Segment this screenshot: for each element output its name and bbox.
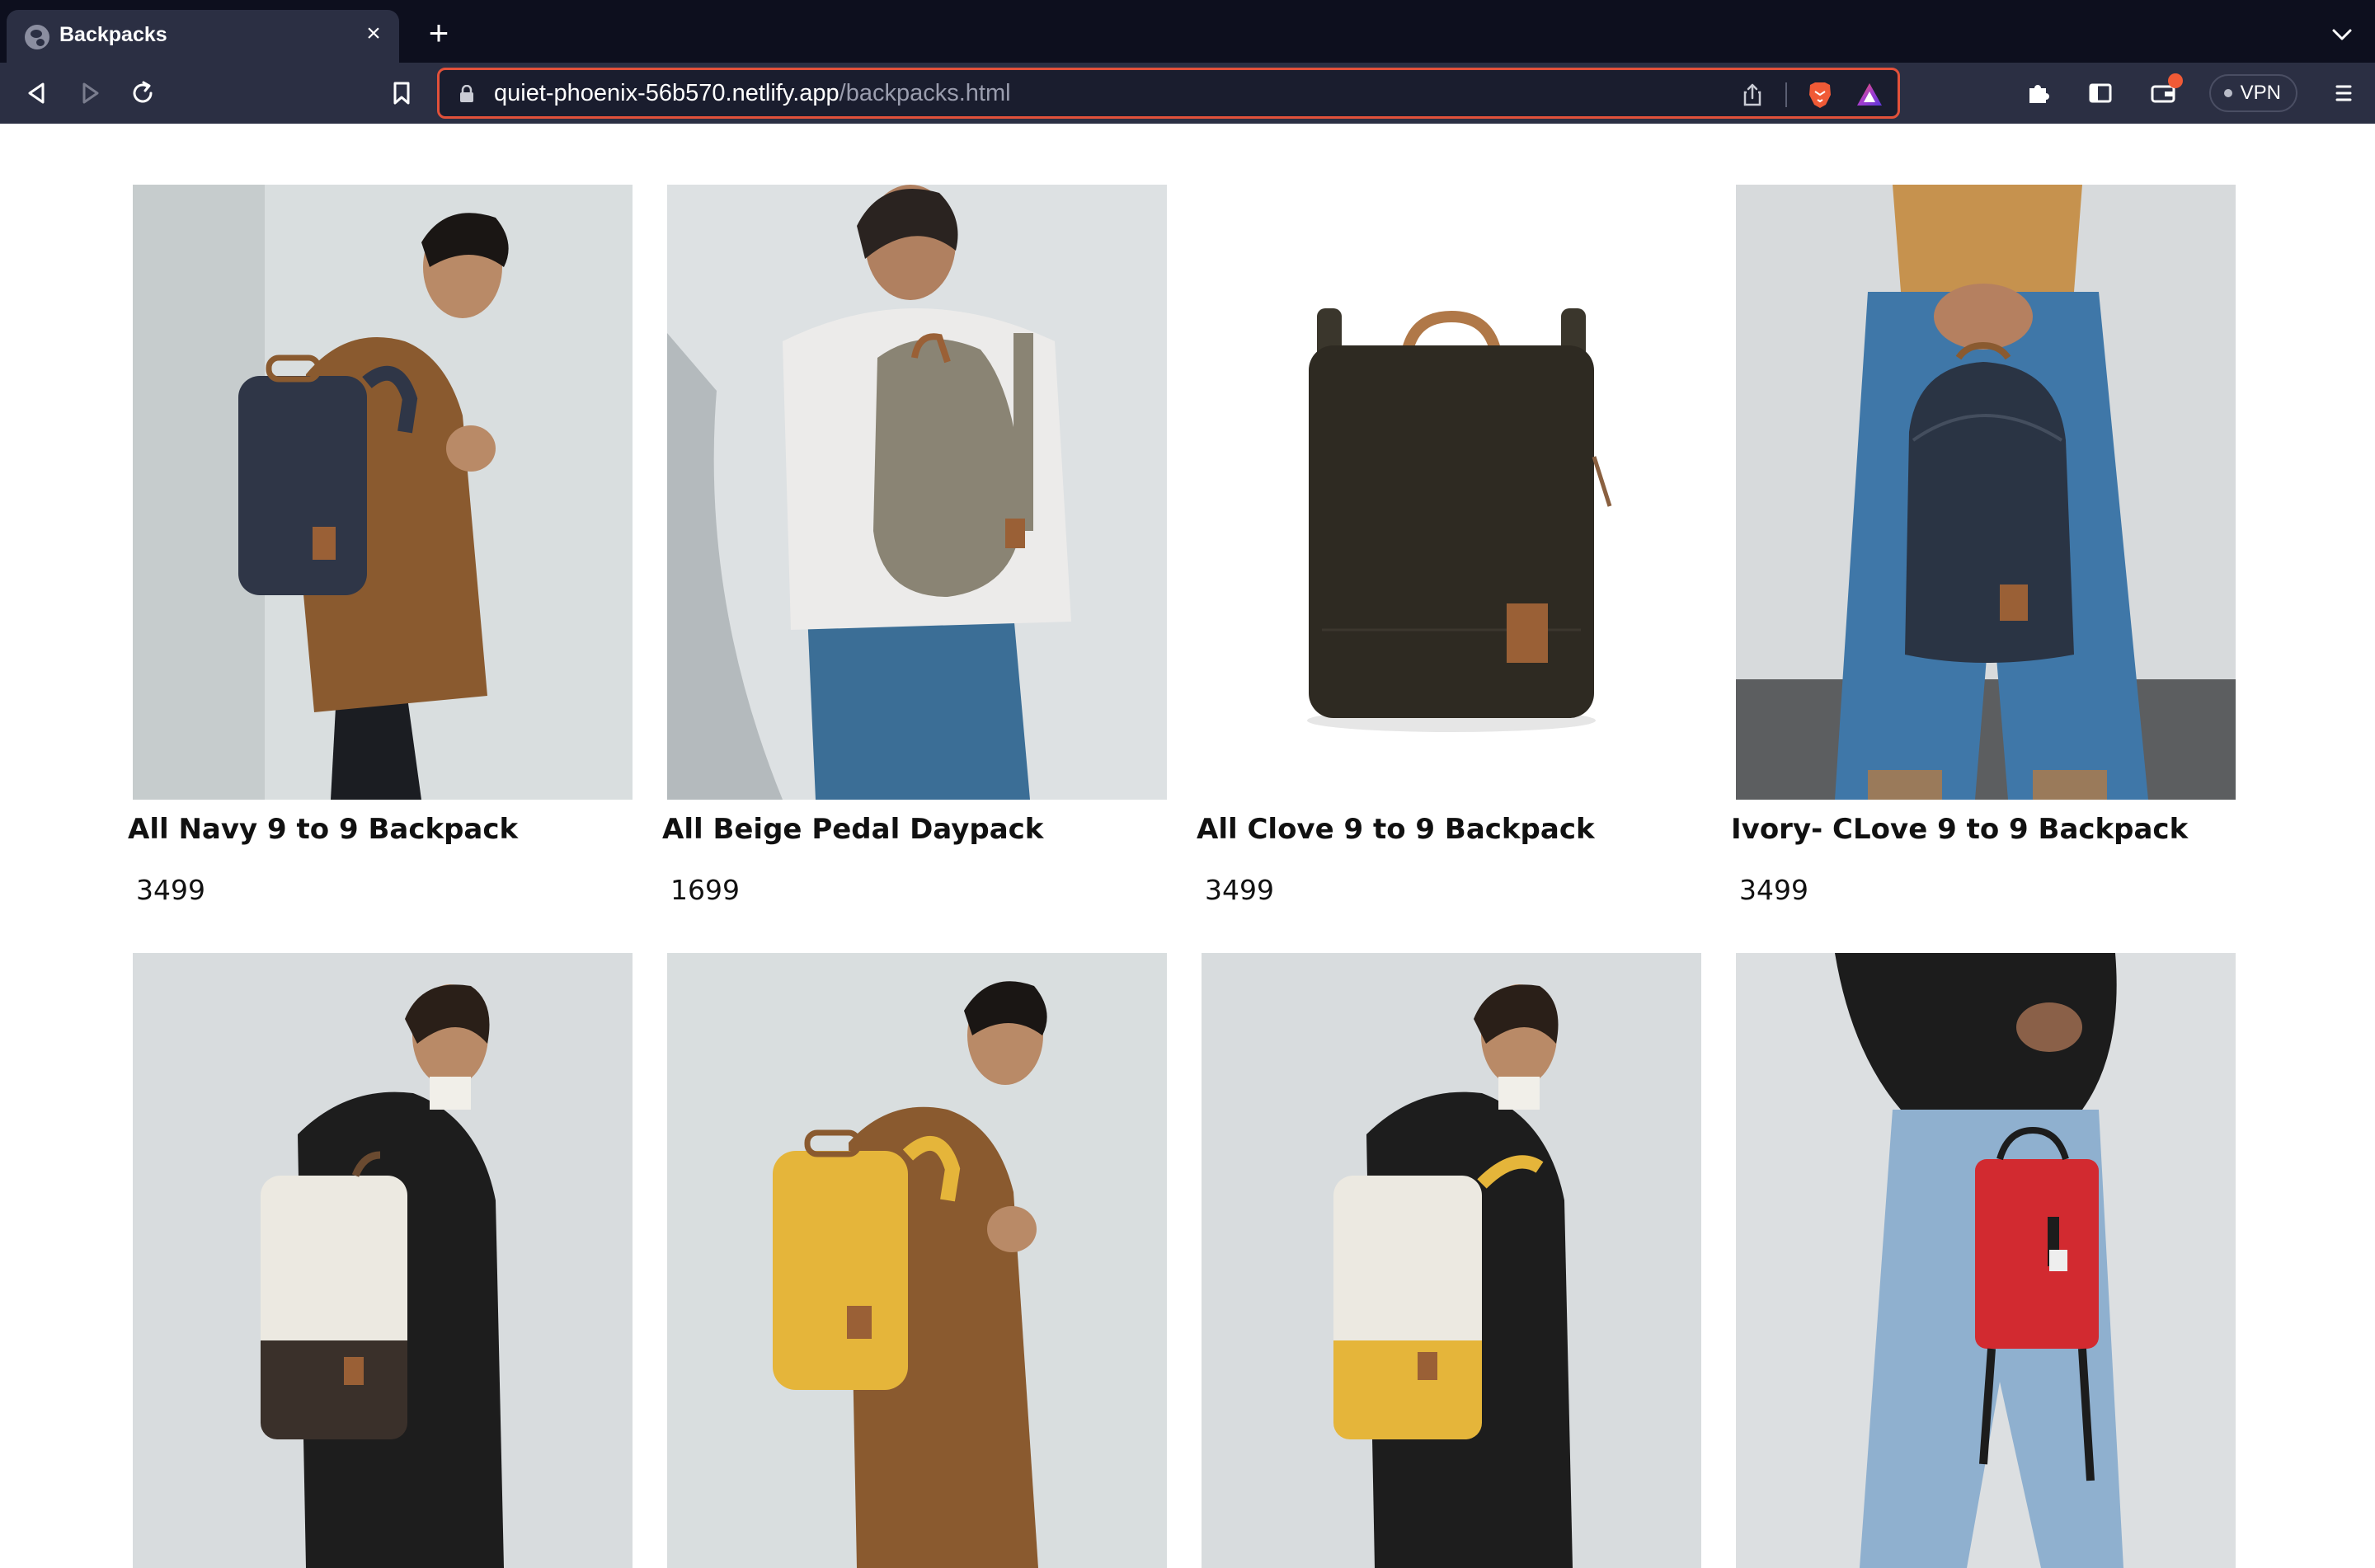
- url-divider: [1785, 82, 1787, 107]
- product-image[interactable]: [133, 185, 633, 800]
- url-path: /backpacks.html: [839, 80, 1011, 106]
- product-image[interactable]: [1736, 953, 2236, 1568]
- close-icon[interactable]: ×: [360, 20, 388, 48]
- share-icon[interactable]: [1736, 78, 1769, 111]
- product-image[interactable]: [1736, 185, 2236, 800]
- address-bar[interactable]: quiet-phoenix-56b570.netlify.app/backpac…: [437, 68, 1900, 119]
- lock-icon: [460, 85, 473, 102]
- product-name[interactable]: All Beige Pedal Daypack: [662, 813, 1043, 846]
- browser-toolbar: quiet-phoenix-56b570.netlify.app/backpac…: [0, 63, 2375, 124]
- product-price: 3499: [136, 874, 205, 906]
- product-photo-navy: [133, 185, 633, 800]
- product-image[interactable]: [667, 953, 1167, 1568]
- product-image[interactable]: [133, 953, 633, 1568]
- product-photo-red: [1736, 953, 2236, 1568]
- notification-badge: [2167, 73, 2183, 88]
- url-text[interactable]: quiet-phoenix-56b570.netlify.app/backpac…: [494, 80, 1011, 107]
- brave-lion-icon[interactable]: [1804, 78, 1837, 111]
- product-name[interactable]: Ivory- CLove 9 to 9 Backpack: [1731, 813, 2188, 846]
- product-image[interactable]: [1202, 185, 1701, 800]
- vpn-status-dot: [2223, 89, 2232, 97]
- product-image[interactable]: [667, 185, 1167, 800]
- reload-icon[interactable]: [124, 74, 162, 112]
- new-tab-button[interactable]: +: [422, 16, 455, 50]
- tab-title: Backpacks: [59, 23, 167, 46]
- tab-bar: Backpacks × +: [0, 0, 2375, 63]
- sidebar-icon[interactable]: [2084, 77, 2117, 110]
- product-photo-ivory-clove: [1736, 185, 2236, 800]
- product-price: 3499: [1205, 874, 1274, 906]
- url-domain: quiet-phoenix-56b570.netlify.app: [494, 80, 839, 106]
- product-price: 1699: [670, 874, 740, 906]
- forward-arrow-icon[interactable]: [71, 74, 109, 112]
- vpn-label: VPN: [2240, 82, 2281, 104]
- product-name[interactable]: All Clove 9 to 9 Backpack: [1197, 813, 1595, 846]
- puzzle-icon[interactable]: [2021, 77, 2054, 110]
- product-photo-clove: [1202, 185, 1701, 800]
- product-price: 3499: [1739, 874, 1808, 906]
- bookmark-icon[interactable]: [383, 74, 421, 112]
- product-photo-mustard: [667, 953, 1167, 1568]
- product-photo-ivory-black: [133, 953, 633, 1568]
- globe-icon: [25, 25, 49, 49]
- hamburger-menu-icon[interactable]: [2327, 77, 2360, 110]
- wallet-icon[interactable]: [2147, 73, 2183, 110]
- product-photo-ivory-mustard: [1202, 953, 1701, 1568]
- product-image[interactable]: [1202, 953, 1701, 1568]
- chevron-down-icon[interactable]: [2326, 18, 2359, 51]
- vpn-button[interactable]: VPN: [2208, 74, 2297, 112]
- product-photo-beige: [667, 185, 1167, 800]
- page-content: All Navy 9 to 9 Backpack 3499 All Beige …: [0, 124, 2375, 1568]
- triangle-rewards-icon[interactable]: [1853, 78, 1886, 111]
- product-name[interactable]: All Navy 9 to 9 Backpack: [128, 813, 518, 846]
- active-tab[interactable]: Backpacks ×: [7, 10, 399, 63]
- back-arrow-icon[interactable]: [18, 74, 56, 112]
- product-grid: All Navy 9 to 9 Backpack 3499 All Beige …: [0, 124, 2375, 1568]
